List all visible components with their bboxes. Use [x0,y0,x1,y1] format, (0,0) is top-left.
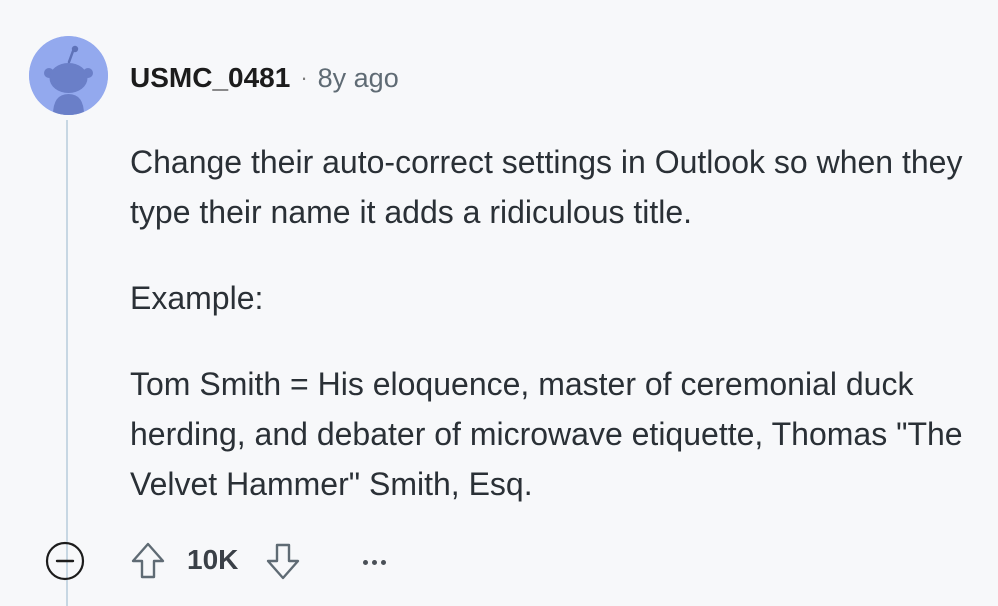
separator-dot: · [300,65,308,90]
collapse-button[interactable] [44,540,86,582]
downvote-button[interactable] [263,539,303,583]
more-options-button[interactable] [356,547,392,577]
upvote-arrow-icon [131,542,165,579]
more-options-icon [380,559,386,565]
timestamp[interactable]: 8y ago [318,63,399,94]
thread-line[interactable] [66,120,68,606]
downvote-arrow-icon [266,543,300,580]
comment-actions: 10K [44,537,464,583]
vote-count: 10K [187,544,239,575]
username-link[interactable]: USMC_0481 [130,62,290,94]
upvote-button[interactable] [128,539,168,583]
avatar[interactable] [29,36,108,115]
more-options-icon [362,559,368,565]
comment-paragraph: Tom Smith = His eloquence, master of cer… [130,366,963,502]
snoo-avatar-icon [29,36,108,115]
comment-body: Change their auto-correct settings in Ou… [130,137,970,545]
comment-header: USMC_0481 · 8y ago [130,58,399,98]
more-options-icon [371,559,377,565]
comment-paragraph: Change their auto-correct settings in Ou… [130,144,963,230]
collapse-minus-icon [45,541,85,581]
comment-paragraph: Example: [130,280,264,316]
